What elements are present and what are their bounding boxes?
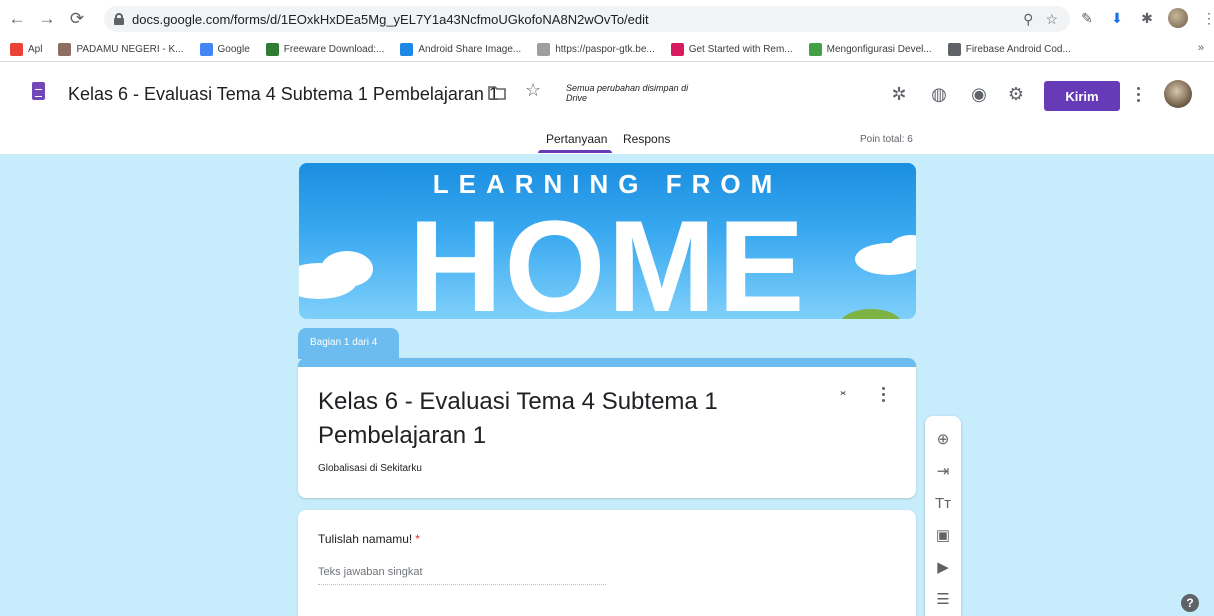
code-brackets-icon xyxy=(670,43,684,56)
browser-menu-icon[interactable]: ⋮ xyxy=(1200,9,1214,27)
preview-eye-icon[interactable]: ◉ xyxy=(967,82,991,106)
collapse-section-icon[interactable]: ⌄ ⌃ xyxy=(838,384,848,403)
document-title[interactable]: Kelas 6 - Evaluasi Tema 4 Subtema 1 Pemb… xyxy=(68,84,499,105)
video-icon[interactable]: ▶ xyxy=(925,554,961,580)
apps-grid-icon xyxy=(10,43,23,56)
header-banner-image: LEARNING FROM HOME xyxy=(299,163,916,319)
save-status: Semua perubahan disimpan di Drive xyxy=(566,83,689,103)
more-options-icon[interactable] xyxy=(1130,82,1146,106)
bookmark-label: Mengonfigurasi Devel... xyxy=(826,44,932,55)
google-g-icon xyxy=(199,43,213,56)
back-arrow-icon[interactable]: ← xyxy=(4,6,30,32)
form-title-card[interactable]: Kelas 6 - Evaluasi Tema 4 Subtema 1 Pemb… xyxy=(298,358,916,498)
zoom-icon[interactable]: ⚲ xyxy=(1023,11,1033,28)
code-icon xyxy=(947,43,961,56)
section-more-icon[interactable] xyxy=(878,387,888,405)
forms-logo-icon[interactable] xyxy=(32,82,45,100)
bookmark-item[interactable]: Android Share Image... xyxy=(400,43,521,56)
download-extension-icon[interactable]: ⬇ xyxy=(1108,9,1126,27)
send-button[interactable]: Kirim xyxy=(1044,81,1120,111)
bookmark-item[interactable]: Apl xyxy=(10,43,42,56)
settings-gear-icon[interactable]: ⚙ xyxy=(1004,82,1028,106)
tab-questions[interactable]: Pertanyaan xyxy=(546,132,607,146)
bookmark-item[interactable]: Get Started with Rem... xyxy=(670,43,793,56)
bookmarks-overflow-icon[interactable]: » xyxy=(1198,42,1204,54)
bookmark-label: https://paspor-gtk.be... xyxy=(555,44,655,55)
avatar[interactable] xyxy=(1164,80,1192,108)
bookmark-item[interactable]: Google xyxy=(199,43,250,56)
android-icon xyxy=(808,43,822,56)
bookmark-label: Apl xyxy=(28,44,43,55)
add-ons-icon[interactable]: ✲ xyxy=(887,82,911,106)
android-share-icon xyxy=(400,43,414,56)
form-canvas: LEARNING FROM HOME Bagian 1 dari 4 Kelas… xyxy=(0,154,1214,616)
import-question-icon[interactable]: ⇥ xyxy=(925,458,961,484)
bookmark-label: Firebase Android Cod... xyxy=(965,44,1071,55)
question-title[interactable]: Tulislah namamu! * xyxy=(318,532,420,546)
forward-arrow-icon[interactable]: → xyxy=(34,6,60,32)
browser-toolbar: ← → ⟳ docs.google.com/forms/d/1EOxkHxDEa… xyxy=(0,0,1214,38)
add-circle-icon[interactable]: ⊕ xyxy=(925,426,961,452)
profile-avatar-icon[interactable] xyxy=(1168,8,1188,28)
url-text: docs.google.com/forms/d/1EOxkHxDEa5Mg_yE… xyxy=(132,11,649,27)
help-icon[interactable]: ? xyxy=(1181,594,1199,612)
bookmark-item[interactable]: PADAMU NEGERI - K... xyxy=(58,43,184,56)
banner-main-word: HOME xyxy=(408,193,807,319)
eyedropper-extension-icon[interactable]: ✎ xyxy=(1078,9,1096,27)
question-text: Tulislah namamu! xyxy=(318,532,413,546)
question-card[interactable]: Tulislah namamu! * Teks jawaban singkat xyxy=(298,510,916,616)
required-marker: * xyxy=(415,532,420,546)
bookmark-label: Get Started with Rem... xyxy=(688,44,793,55)
palette-icon[interactable]: ◍ xyxy=(927,82,951,106)
tab-responses[interactable]: Respons xyxy=(623,132,670,146)
bookmark-label: PADAMU NEGERI - K... xyxy=(76,44,184,55)
reload-icon[interactable]: ⟳ xyxy=(64,6,90,32)
extensions-puzzle-icon[interactable]: ✱ xyxy=(1138,9,1156,27)
section-icon[interactable]: ☰ xyxy=(925,586,961,612)
form-description[interactable]: Globalisasi di Sekitarku xyxy=(318,463,422,474)
bookmarks-bar: Apl PADAMU NEGERI - K... Google Freeware Do… xyxy=(0,38,1214,62)
bookmark-item[interactable]: Mengonfigurasi Devel... xyxy=(808,43,932,56)
form-title[interactable]: Kelas 6 - Evaluasi Tema 4 Subtema 1 Pemb… xyxy=(318,385,788,453)
bookmark-item[interactable]: Firebase Android Cod... xyxy=(947,43,1071,56)
bookmark-star-icon[interactable]: ☆ xyxy=(1045,11,1058,28)
short-answer-placeholder: Teks jawaban singkat xyxy=(318,566,606,585)
page-icon xyxy=(537,43,551,56)
folder-icon[interactable] xyxy=(488,84,506,100)
bookmark-item[interactable]: https://paspor-gtk.be... xyxy=(537,43,655,56)
lock-icon xyxy=(114,13,124,25)
palm-tree-icon xyxy=(265,43,279,56)
section-indicator: Bagian 1 dari 4 xyxy=(298,328,399,359)
bookmark-label: Android Share Image... xyxy=(418,44,522,55)
bookmark-label: Google xyxy=(217,44,250,55)
title-text-icon[interactable]: Tт xyxy=(925,490,961,516)
bookmark-label: Freeware Download:... xyxy=(283,44,385,55)
address-bar[interactable]: docs.google.com/forms/d/1EOxkHxDEa5Mg_yE… xyxy=(104,6,1070,32)
garuda-icon xyxy=(58,43,72,56)
image-icon[interactable]: ▣ xyxy=(925,522,961,548)
bookmark-item[interactable]: Freeware Download:... xyxy=(265,43,385,56)
floating-toolbar: ⊕ ⇥ Tт ▣ ▶ ☰ xyxy=(925,416,961,616)
star-icon[interactable]: ☆ xyxy=(525,80,541,101)
